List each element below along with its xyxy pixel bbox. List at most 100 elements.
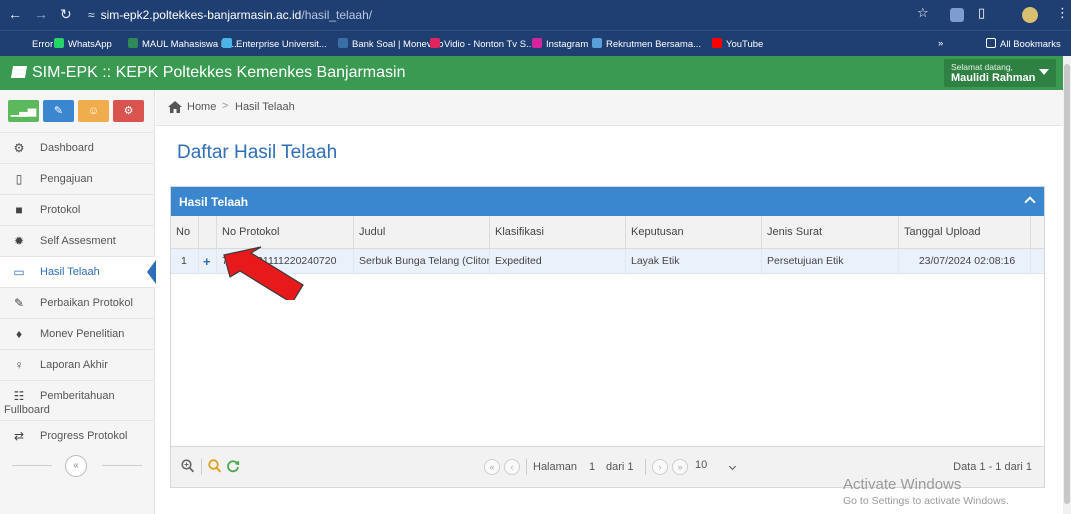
column-header-klasifikasi[interactable]: Klasifikasi bbox=[490, 216, 626, 249]
bookmark-item[interactable]: Instagram bbox=[532, 38, 588, 50]
divider bbox=[201, 459, 202, 475]
profile-avatar[interactable] bbox=[1022, 7, 1038, 23]
bookmark-item[interactable]: WhatsApp bbox=[54, 38, 112, 50]
breadcrumb: Home > Hasil Telaah bbox=[156, 90, 1063, 126]
last-page-button[interactable]: » bbox=[672, 459, 688, 475]
app-title[interactable]: SIM-EPK :: KEPK Poltekkes Kemenkes Banja… bbox=[10, 64, 405, 82]
pager-total-pages: dari 1 bbox=[606, 461, 634, 473]
bookmark-favicon-icon bbox=[222, 38, 232, 48]
scrollbar-thumb[interactable] bbox=[1064, 64, 1070, 504]
cell-keputusan: Layak Etik bbox=[626, 249, 762, 274]
sidebar-item-label: Hasil Telaah bbox=[40, 266, 100, 278]
extensions-puzzle-icon[interactable]: ▯ bbox=[978, 5, 985, 21]
back-icon[interactable]: ← bbox=[8, 6, 22, 22]
user-menu[interactable]: Selamat datang, Maulidi Rahman bbox=[944, 59, 1056, 87]
sidebar-item-hasil-telaah[interactable]: ▭ Hasil Telaah bbox=[0, 256, 156, 287]
all-bookmarks-label: All Bookmarks bbox=[1000, 39, 1061, 50]
bookmark-item[interactable]: Enterprise Universit... bbox=[222, 38, 327, 50]
sidebar-item-pengajuan[interactable]: ▯ Pengajuan bbox=[0, 163, 155, 194]
pencil-icon[interactable]: ✎ bbox=[43, 100, 74, 122]
sidebar-shortcuts: ▁▃▅ ✎ ☺ ⚙ bbox=[8, 100, 152, 122]
sidebar-item-self-assesment[interactable]: ✹ Self Assesment bbox=[0, 225, 155, 256]
bookmark-item[interactable]: Rekrutmen Bersama... bbox=[592, 38, 701, 50]
breadcrumb-current: Hasil Telaah bbox=[235, 101, 295, 113]
url-path: /hasil_telaah/ bbox=[301, 8, 373, 22]
pager-info: Data 1 - 1 dari 1 bbox=[953, 461, 1032, 473]
bookmark-item[interactable]: Vidio - Nonton Tv S... bbox=[430, 38, 534, 50]
sidebar-item-label: Progress Protokol bbox=[40, 430, 128, 442]
sidebar-item-protokol[interactable]: ■ Protokol bbox=[0, 194, 155, 225]
sidebar-item-label: Self Assesment bbox=[40, 235, 116, 247]
sidebar-item-laporan-akhir[interactable]: ♀ Laporan Akhir bbox=[0, 349, 155, 380]
all-bookmarks-button[interactable]: All Bookmarks bbox=[986, 38, 1061, 50]
lightbulb-icon: ♀ bbox=[14, 358, 24, 372]
bookmark-star-icon[interactable]: ☆ bbox=[917, 5, 929, 21]
chevron-down-icon[interactable] bbox=[728, 462, 737, 471]
desktop-icon: ▭ bbox=[13, 265, 25, 279]
address-bar[interactable]: ≈ sim-epk2.poltekkes-banjarmasin.ac.id/ha… bbox=[88, 4, 928, 26]
active-indicator bbox=[147, 260, 156, 284]
app-header: SIM-EPK :: KEPK Poltekkes Kemenkes Banja… bbox=[0, 56, 1063, 90]
bookmark-label: Error bbox=[32, 39, 54, 50]
sidebar-item-monev-penelitian[interactable]: ♦ Monev Penelitian bbox=[0, 318, 155, 349]
sidebar-item-progress-protokol[interactable]: ⇄ Progress Protokol bbox=[0, 420, 155, 451]
bookmark-item[interactable]: Error bbox=[18, 38, 53, 50]
bookmark-favicon-icon bbox=[430, 38, 440, 48]
next-page-button[interactable]: › bbox=[652, 459, 668, 475]
grid-icon: ☷ bbox=[13, 389, 25, 403]
prev-page-button[interactable]: ‹ bbox=[504, 459, 520, 475]
breadcrumb-home-link[interactable]: Home bbox=[187, 101, 216, 113]
user-greeting: Selamat datang, bbox=[951, 62, 1013, 72]
cell-no: 1 bbox=[171, 249, 199, 274]
users-icon[interactable]: ☺ bbox=[78, 100, 109, 122]
first-page-button[interactable]: « bbox=[484, 459, 500, 475]
breadcrumb-separator: > bbox=[222, 100, 229, 112]
bookmark-item[interactable]: MAUL Mahasiswa M... bbox=[128, 38, 237, 50]
chart-icon[interactable]: ▁▃▅ bbox=[8, 100, 39, 122]
forward-icon[interactable]: → bbox=[34, 6, 48, 22]
edit-icon: ✎ bbox=[13, 296, 25, 310]
bookmarks-more-button[interactable]: » bbox=[938, 38, 943, 49]
menu-kebab-icon[interactable]: ⋮ bbox=[1056, 5, 1069, 21]
page-size-select[interactable]: 10 bbox=[695, 459, 707, 471]
sidebar-item-perbaikan-protokol[interactable]: ✎ Perbaikan Protokol bbox=[0, 287, 155, 318]
sidebar-item-pemberitahuan[interactable]: ☷ Pemberitahuan Fullboard bbox=[0, 380, 155, 420]
column-header-no[interactable]: No bbox=[171, 216, 199, 249]
site-info-icon[interactable]: ≈ bbox=[88, 8, 95, 22]
bookmark-favicon-icon bbox=[54, 38, 64, 48]
sidebar-item-label: Perbaikan Protokol bbox=[40, 297, 133, 309]
watermark-title: Activate Windows bbox=[843, 476, 962, 493]
sidebar-item-label: Laporan Akhir bbox=[40, 359, 108, 371]
refresh-icon[interactable] bbox=[226, 459, 240, 473]
zoom-search-icon[interactable] bbox=[181, 459, 194, 473]
divider bbox=[12, 465, 52, 466]
bookmark-item[interactable]: YouTube bbox=[712, 38, 763, 50]
cogs-icon[interactable]: ⚙ bbox=[113, 100, 144, 122]
bookmarks-bar: » All Bookmarks Error WhatsApp MAUL Mahasi… bbox=[0, 30, 1071, 56]
column-header-judul[interactable]: Judul bbox=[354, 216, 490, 249]
folder-icon bbox=[986, 38, 996, 48]
file-icon: ▯ bbox=[15, 172, 23, 186]
collapse-panel-icon[interactable] bbox=[1024, 196, 1036, 208]
divider bbox=[526, 459, 527, 475]
bookmark-label: Enterprise Universit... bbox=[236, 39, 327, 50]
sidebar-item-label: Pemberitahuan bbox=[40, 390, 115, 402]
sidebar-item-dashboard[interactable]: ⚙ Dashboard bbox=[0, 132, 155, 163]
reload-icon[interactable]: ↻ bbox=[60, 6, 72, 23]
column-header-tanggal-upload[interactable]: Tanggal Upload bbox=[899, 216, 1031, 249]
bookmark-item[interactable]: Bank Soal | Monev.co bbox=[338, 38, 444, 50]
column-header-jenis-surat[interactable]: Jenis Surat bbox=[762, 216, 899, 249]
column-header-keputusan[interactable]: Keputusan bbox=[626, 216, 762, 249]
page-number-input[interactable] bbox=[583, 458, 601, 476]
red-arrow-annotation bbox=[223, 246, 304, 300]
windows-activation-watermark: Activate Windows Go to Settings to activ… bbox=[843, 476, 1009, 507]
exchange-icon: ⇄ bbox=[13, 429, 25, 443]
extension-icon[interactable] bbox=[950, 8, 964, 22]
home-icon bbox=[168, 101, 182, 113]
url-host: sim-epk2.poltekkes-banjarmasin.ac.id bbox=[100, 8, 302, 22]
search-icon[interactable] bbox=[208, 459, 221, 473]
page-scrollbar[interactable] bbox=[1063, 56, 1071, 514]
bookmark-label: Rekrutmen Bersama... bbox=[606, 39, 702, 50]
collapse-sidebar-button[interactable]: « bbox=[65, 455, 87, 477]
sidebar-item-label: Protokol bbox=[40, 204, 81, 216]
